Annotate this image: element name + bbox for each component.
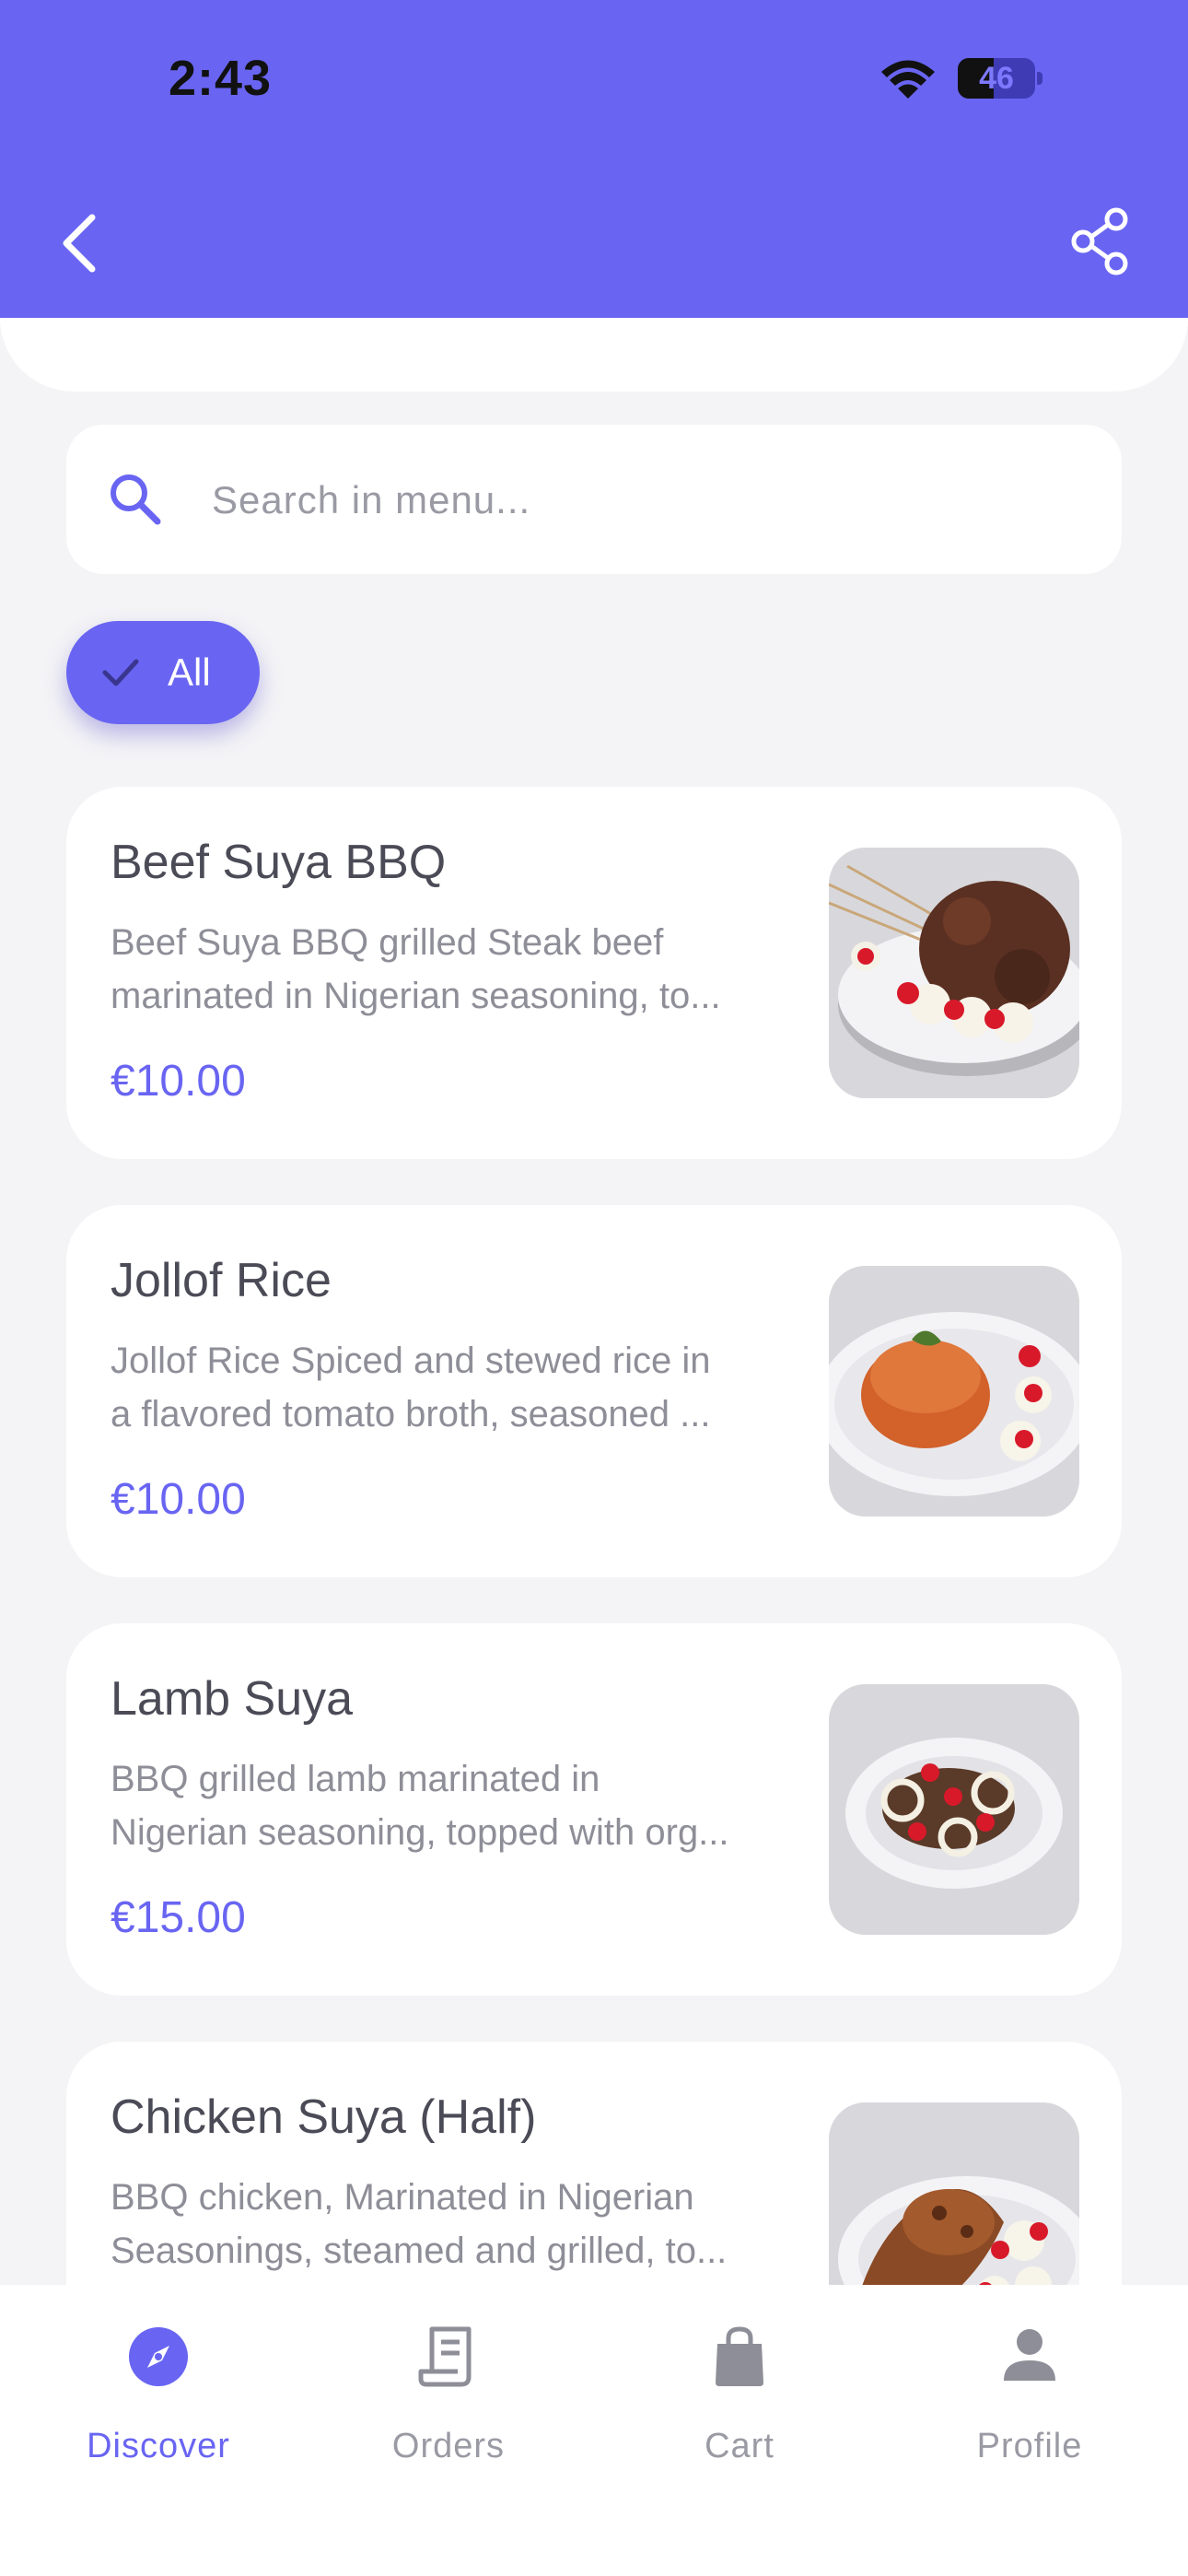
menu-item-description: BBQ chicken, Marinated in Nigerian Seaso… xyxy=(111,2177,728,2271)
menu-item-description: Jollof Rice Spiced and stewed rice in a … xyxy=(111,1341,711,1434)
sheet-top xyxy=(0,318,1188,392)
search-bar[interactable] xyxy=(66,425,1122,574)
menu-item-name: Beef Suya BBQ xyxy=(111,836,447,889)
tab-label: Cart xyxy=(705,2427,775,2465)
tab-discover[interactable]: Discover xyxy=(48,2325,269,2510)
tab-cart[interactable]: Cart xyxy=(629,2325,850,2510)
tab-profile[interactable]: Profile xyxy=(919,2325,1140,2510)
search-icon xyxy=(111,474,161,525)
tab-label: Discover xyxy=(87,2427,230,2465)
menu-item-price: €10.00 xyxy=(111,1475,246,1524)
menu-list: Beef Suya BBQ Beef Suya BBQ grilled Stea… xyxy=(66,787,1122,2285)
food-image xyxy=(829,1684,1079,1935)
food-image xyxy=(829,2102,1079,2285)
menu-item-price: €15.00 xyxy=(111,1893,246,1942)
menu-item-name: Lamb Suya xyxy=(111,1672,354,1726)
food-image xyxy=(829,848,1079,1098)
share-icon[interactable] xyxy=(1068,206,1133,276)
top-app-bar: 2:43 46 xyxy=(0,0,1188,318)
check-icon xyxy=(102,659,139,686)
food-image xyxy=(829,1266,1079,1516)
filter-chip-all[interactable]: All xyxy=(66,621,260,724)
battery-level: 46 xyxy=(979,61,1014,96)
tab-label: Orders xyxy=(391,2427,506,2465)
menu-item-description: BBQ grilled lamb marinated in Nigerian s… xyxy=(111,1759,729,1853)
battery-indicator: 46 xyxy=(958,58,1042,100)
search-input[interactable] xyxy=(210,460,1079,541)
menu-item-name: Jollof Rice xyxy=(111,1254,332,1307)
back-button[interactable] xyxy=(52,206,107,280)
menu-item-name: Chicken Suya (Half) xyxy=(111,2090,537,2144)
menu-item-card[interactable]: Chicken Suya (Half) BBQ chicken, Marinat… xyxy=(66,2042,1122,2285)
tab-label: Profile xyxy=(976,2427,1083,2465)
menu-item-card[interactable]: Lamb Suya BBQ grilled lamb marinated in … xyxy=(66,1623,1122,1996)
status-time: 2:43 xyxy=(169,51,273,106)
menu-item-card[interactable]: Beef Suya BBQ Beef Suya BBQ grilled Stea… xyxy=(66,787,1122,1159)
receipt-icon xyxy=(418,2326,472,2387)
compass-icon xyxy=(129,2327,188,2386)
filter-chip-label: All xyxy=(168,650,211,694)
bottom-tab-bar: Discover Orders Cart Profile xyxy=(0,2285,1188,2576)
shopping-bag-icon xyxy=(716,2326,763,2386)
tab-orders[interactable]: Orders xyxy=(338,2325,559,2510)
wifi-icon xyxy=(881,60,935,99)
person-icon xyxy=(1004,2329,1055,2381)
menu-item-card[interactable]: Jollof Rice Jollof Rice Spiced and stewe… xyxy=(66,1205,1122,1577)
menu-item-price: €10.00 xyxy=(111,1057,246,1106)
menu-item-description: Beef Suya BBQ grilled Steak beef marinat… xyxy=(111,922,721,1016)
